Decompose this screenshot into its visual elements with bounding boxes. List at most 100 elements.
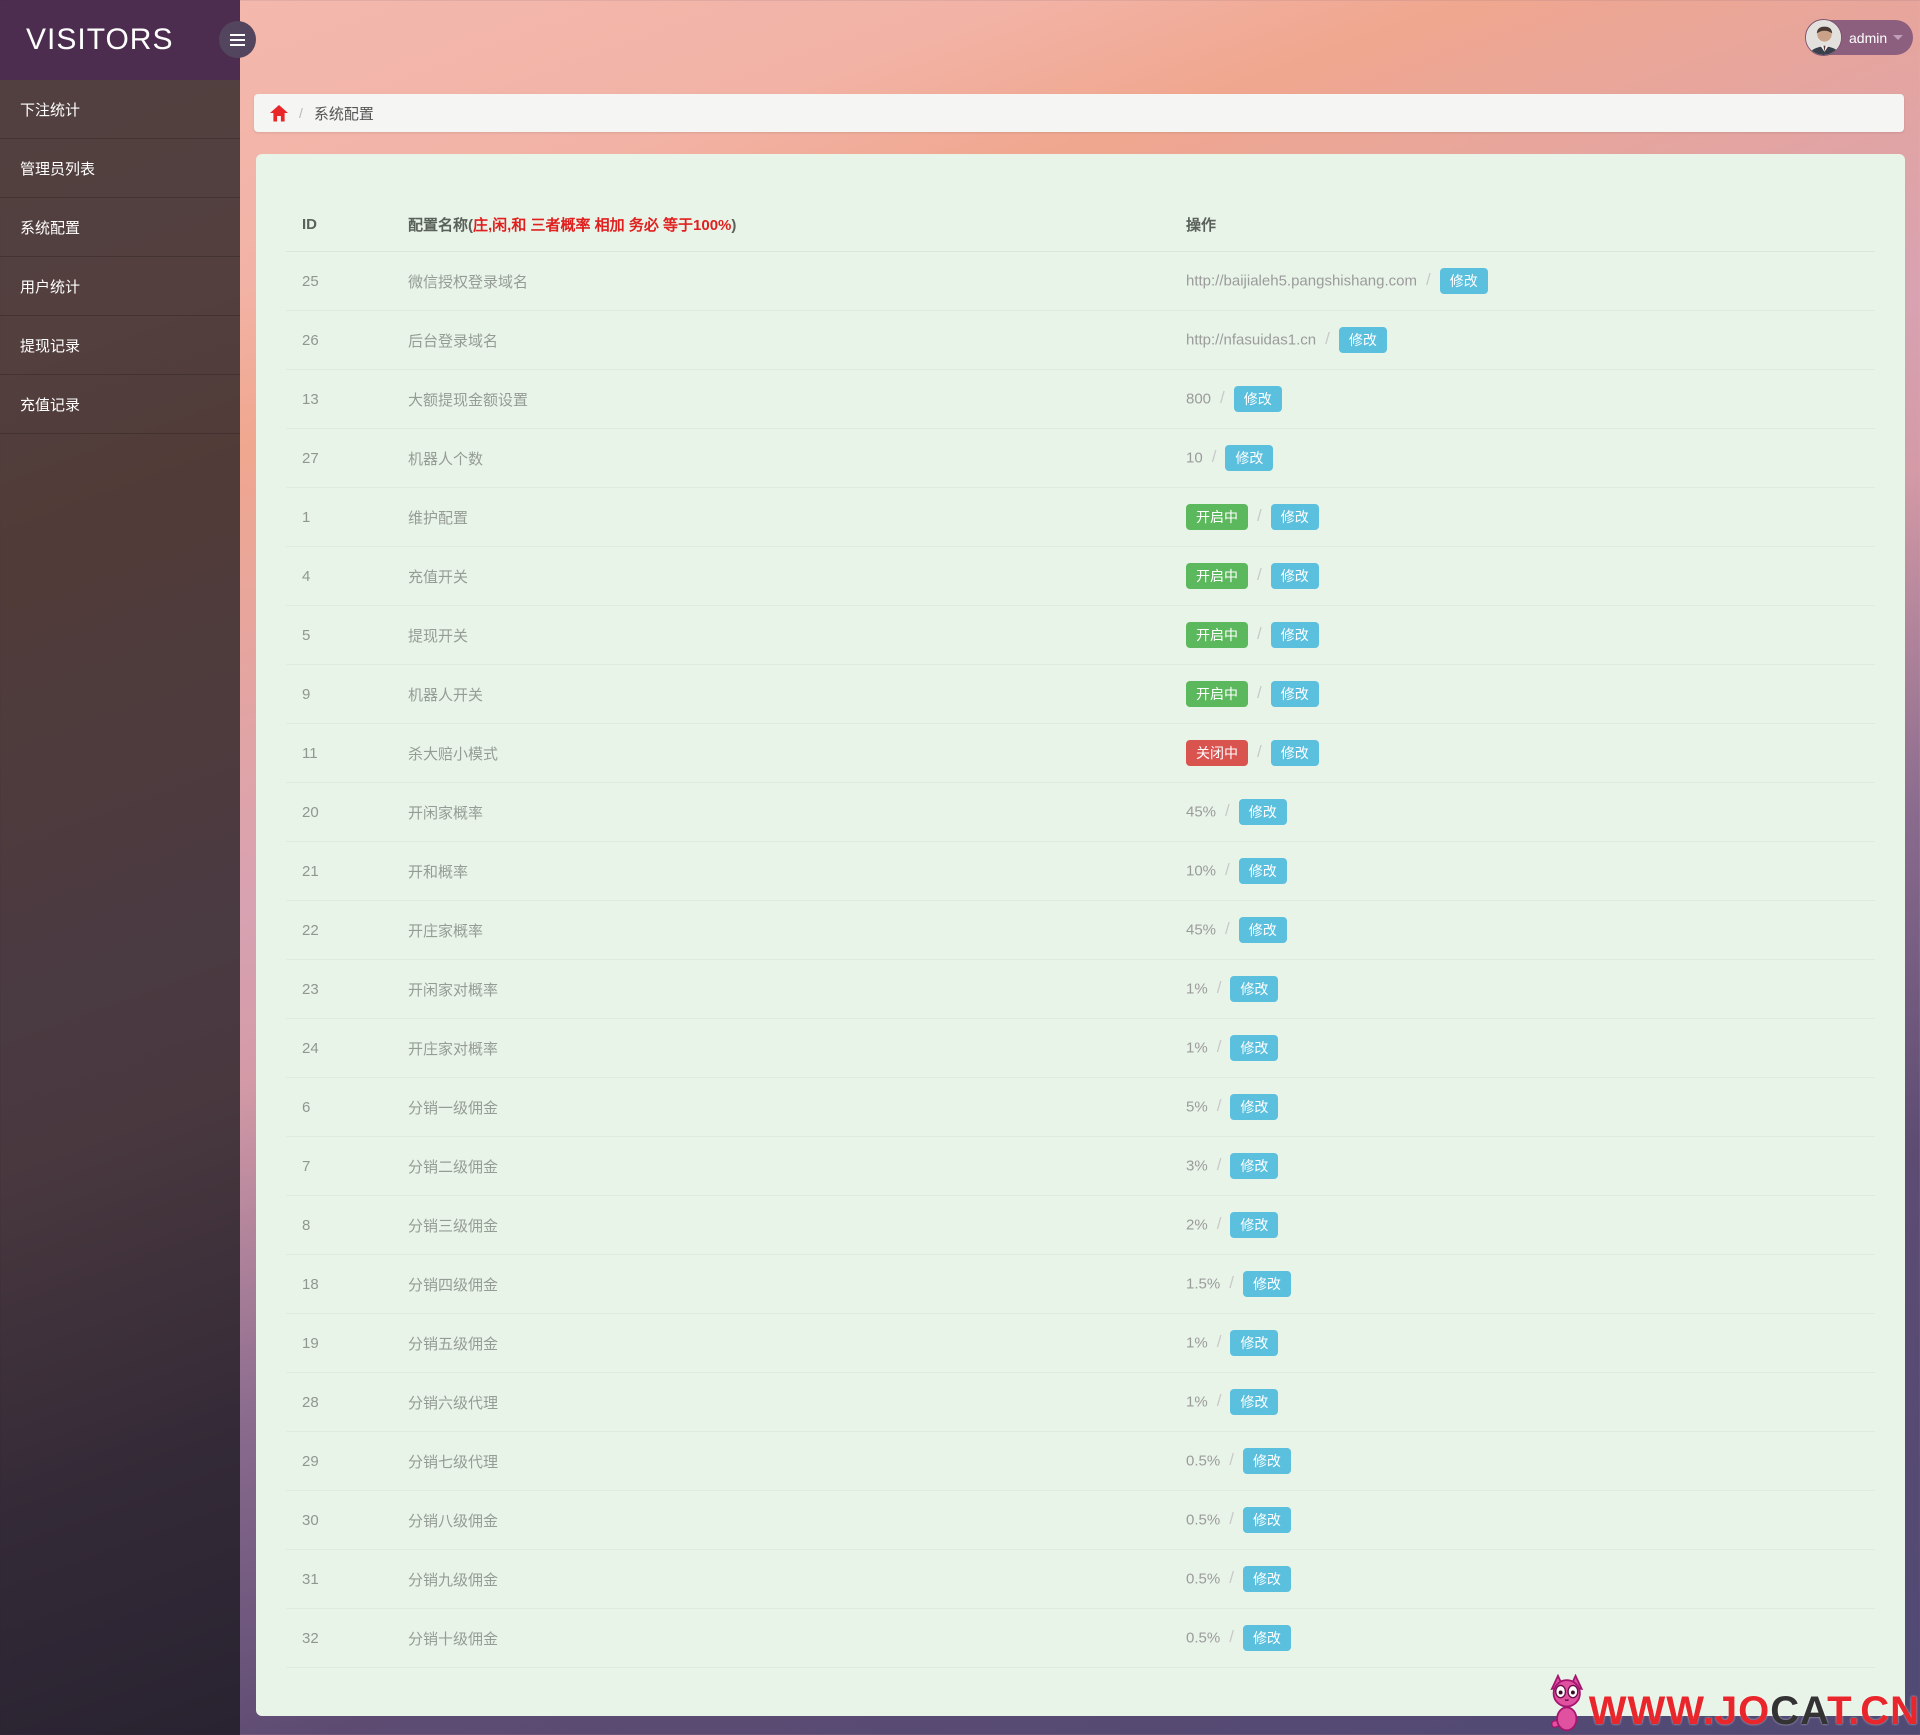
chevron-down-icon: [1893, 35, 1904, 40]
row-config-name: 开庄家概率: [408, 900, 1186, 960]
sidebar-item-label: 充值记录: [20, 396, 81, 414]
status-on-button[interactable]: 开启中: [1186, 621, 1248, 649]
row-value: 0.5%: [1186, 1510, 1221, 1528]
edit-button[interactable]: 修改: [1270, 562, 1319, 590]
action-separator: /: [1257, 505, 1262, 525]
table-row: 9 机器人开关 开启中 / 修改: [286, 664, 1875, 724]
home-icon[interactable]: [270, 104, 288, 122]
edit-button[interactable]: 修改: [1230, 1034, 1279, 1062]
action-separator: /: [1229, 1626, 1234, 1646]
action-separator: /: [1216, 1213, 1222, 1233]
sidebar-item-5[interactable]: 提现记录: [0, 316, 240, 375]
edit-button[interactable]: 修改: [1439, 267, 1488, 295]
row-config-name: 大额提现金额设置: [408, 369, 1186, 429]
row-action-cell: 45% / 修改: [1186, 782, 1875, 842]
sidebar-item-2[interactable]: 管理员列表: [0, 139, 240, 198]
sidebar-item-label: 管理员列表: [20, 160, 96, 178]
table-row: 21 开和概率 10% / 修改: [286, 841, 1875, 901]
sidebar-item-label: 下注统计: [20, 101, 81, 119]
row-action-cell: http://baijialeh5.pangshishang.com / 修改: [1186, 251, 1875, 311]
row-value: 1%: [1186, 1333, 1208, 1351]
user-menu[interactable]: admin: [1805, 18, 1914, 56]
sidebar-item-3[interactable]: 系统配置: [0, 198, 240, 257]
edit-button[interactable]: 修改: [1230, 1388, 1279, 1416]
action-separator: /: [1216, 1036, 1222, 1056]
action-separator: /: [1225, 800, 1230, 820]
edit-button[interactable]: 修改: [1270, 739, 1319, 767]
row-config-name: 机器人个数: [408, 428, 1186, 488]
edit-button[interactable]: 修改: [1238, 857, 1287, 885]
edit-button[interactable]: 修改: [1242, 1565, 1291, 1593]
edit-button[interactable]: 修改: [1230, 1093, 1279, 1121]
edit-button[interactable]: 修改: [1230, 975, 1279, 1003]
edit-button[interactable]: 修改: [1233, 385, 1282, 413]
row-action-cell: 0.5% / 修改: [1186, 1431, 1875, 1491]
action-separator: /: [1216, 1095, 1222, 1115]
row-value: 3%: [1186, 1156, 1208, 1174]
action-separator: /: [1257, 741, 1262, 761]
app-logo-bar: VISITORS: [0, 0, 240, 80]
row-value: 800: [1186, 389, 1212, 407]
edit-button[interactable]: 修改: [1225, 444, 1274, 472]
row-id: 7: [286, 1136, 408, 1196]
status-on-button[interactable]: 开启中: [1186, 562, 1248, 590]
status-on-button[interactable]: 开启中: [1186, 503, 1248, 531]
row-action-cell: 1.5% / 修改: [1186, 1254, 1875, 1314]
status-on-button[interactable]: 开启中: [1186, 680, 1248, 708]
row-config-name: 维护配置: [408, 487, 1186, 547]
row-config-name: 杀大赔小模式: [408, 723, 1186, 783]
edit-button[interactable]: 修改: [1242, 1624, 1291, 1652]
config-table-body: 25 微信授权登录域名 http://baijialeh5.pangshishang…: [286, 251, 1875, 1668]
column-header-action: 操作: [1186, 154, 1875, 252]
edit-button[interactable]: 修改: [1230, 1329, 1279, 1357]
edit-button[interactable]: 修改: [1242, 1447, 1291, 1475]
status-off-button[interactable]: 关闭中: [1186, 739, 1248, 767]
edit-button[interactable]: 修改: [1238, 798, 1287, 826]
table-row: 32 分销十级佣金 0.5% / 修改: [286, 1608, 1875, 1668]
edit-button[interactable]: 修改: [1230, 1211, 1279, 1239]
sidebar-toggle-button[interactable]: [219, 21, 256, 58]
row-value: 0.5%: [1186, 1451, 1221, 1469]
row-id: 19: [286, 1313, 408, 1373]
edit-button[interactable]: 修改: [1230, 1152, 1279, 1180]
row-action-cell: 1% / 修改: [1186, 959, 1875, 1019]
row-action-cell: 2% / 修改: [1186, 1195, 1875, 1255]
row-id: 30: [286, 1490, 408, 1550]
cat-mascot-icon: [1543, 1673, 1587, 1735]
sidebar-item-1[interactable]: 下注统计: [0, 80, 240, 139]
edit-button[interactable]: 修改: [1270, 503, 1319, 531]
row-action-cell: 45% / 修改: [1186, 900, 1875, 960]
watermark-segment: WWW.JO: [1588, 1689, 1771, 1733]
row-action-cell: 10 / 修改: [1186, 428, 1875, 488]
action-separator: /: [1257, 564, 1262, 584]
edit-button[interactable]: 修改: [1242, 1506, 1291, 1534]
action-separator: /: [1216, 1154, 1222, 1174]
table-row: 11 杀大赔小模式 关闭中 / 修改: [286, 723, 1875, 783]
table-row: 20 开闲家概率 45% / 修改: [286, 782, 1875, 842]
row-value: 1%: [1186, 1038, 1208, 1056]
row-action-cell: 0.5% / 修改: [1186, 1608, 1875, 1668]
sidebar-item-4[interactable]: 用户统计: [0, 257, 240, 316]
row-value: 45%: [1186, 802, 1217, 820]
row-value: 1.5%: [1186, 1274, 1221, 1292]
table-row: 7 分销二级佣金 3% / 修改: [286, 1136, 1875, 1196]
edit-button[interactable]: 修改: [1238, 916, 1287, 944]
edit-button[interactable]: 修改: [1242, 1270, 1291, 1298]
row-id: 4: [286, 546, 408, 606]
row-value: 1%: [1186, 979, 1208, 997]
row-value: http://baijialeh5.pangshishang.com: [1186, 271, 1417, 289]
page-title: 系统配置: [313, 105, 374, 123]
row-config-name: 分销六级代理: [408, 1372, 1186, 1432]
watermark: WWW.JOCAT.CN: [1543, 1673, 1920, 1733]
edit-button[interactable]: 修改: [1338, 326, 1387, 354]
edit-button[interactable]: 修改: [1270, 680, 1319, 708]
row-id: 8: [286, 1195, 408, 1255]
edit-button[interactable]: 修改: [1270, 621, 1319, 649]
column-header-name: 配置名称(庄,闲,和 三者概率 相加 务必 等于100%): [408, 154, 1186, 252]
row-id: 1: [286, 487, 408, 547]
row-id: 22: [286, 900, 408, 960]
table-row: 6 分销一级佣金 5% / 修改: [286, 1077, 1875, 1137]
row-id: 27: [286, 428, 408, 488]
row-id: 28: [286, 1372, 408, 1432]
sidebar-item-6[interactable]: 充值记录: [0, 375, 240, 434]
